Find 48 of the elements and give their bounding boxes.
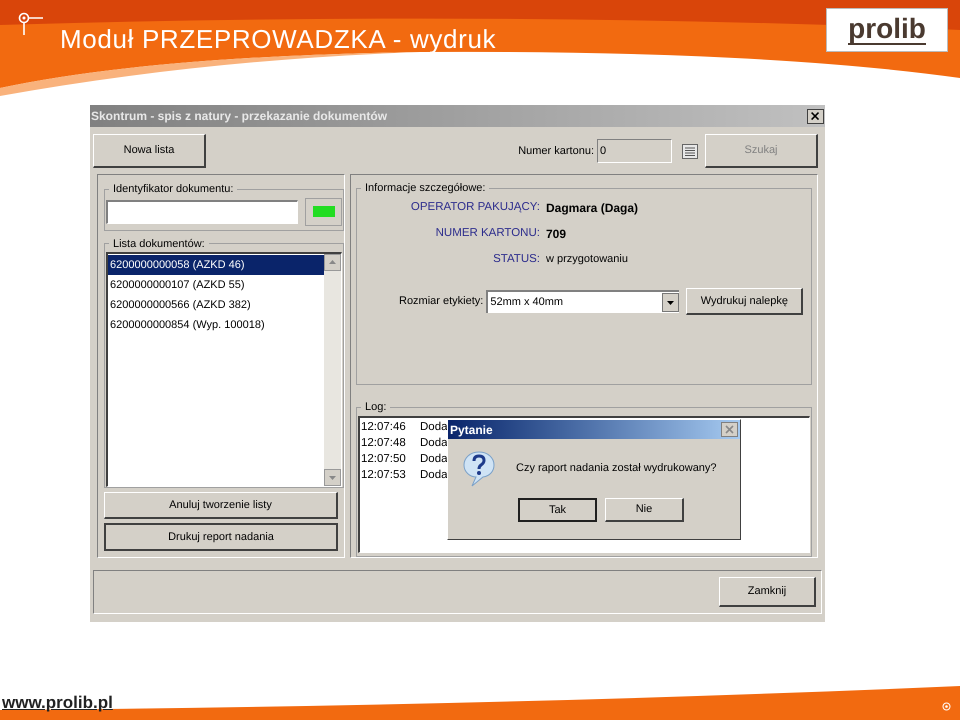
detail-label: STATUS: xyxy=(492,252,540,266)
detail-label: NUMER KARTONU: xyxy=(434,226,540,241)
detail-label: OPERATOR PAKUJĄCY: xyxy=(410,200,540,215)
log-time: 12:07:48 xyxy=(361,436,407,451)
log-message: Doda xyxy=(420,436,448,451)
dialog-button[interactable]: Nie xyxy=(605,498,684,522)
website-link[interactable]: www.prolib.pl xyxy=(2,690,113,716)
log-message: Doda xyxy=(420,452,448,467)
log-time: 12:07:46 xyxy=(361,420,407,435)
document-list-item[interactable]: 6200000000058 (AZKD 46) xyxy=(108,255,324,276)
question-icon xyxy=(462,450,496,487)
cancel-list-button[interactable]: Anuluj tworzenie listy xyxy=(104,492,338,520)
detail-value: 709 xyxy=(546,226,568,242)
document-list-item[interactable]: 6200000000566 (AZKD 382) xyxy=(108,295,324,316)
close-button[interactable]: Zamknij xyxy=(719,577,816,607)
scroll-up-icon[interactable] xyxy=(324,254,341,272)
target-icon xyxy=(942,702,951,711)
group-label: Log: xyxy=(364,400,388,415)
print-report-button[interactable]: Drukuj report nadania xyxy=(104,523,338,551)
log-message: Doda xyxy=(420,420,448,435)
list-icon[interactable] xyxy=(682,144,698,158)
detail-value: Dagmara (Daga) xyxy=(546,200,640,216)
log-time: 12:07:53 xyxy=(361,468,407,483)
dialog-button[interactable]: Tak xyxy=(518,498,597,522)
scroll-down-icon[interactable] xyxy=(324,469,341,486)
close-icon[interactable] xyxy=(807,108,824,124)
label-size-dropdown[interactable]: 52mm x 40mm xyxy=(486,290,680,313)
logo-text: prolib xyxy=(848,15,926,45)
dialog-title: Pytanie xyxy=(450,422,493,438)
group-label: Identyfikator dokumentu: xyxy=(112,182,234,197)
document-list-item[interactable]: 6200000000107 (AZKD 55) xyxy=(108,275,324,296)
group-label: Informacje szczegółowe: xyxy=(364,181,486,196)
group-label: Lista dokumentów: xyxy=(112,236,206,252)
pin-icon xyxy=(18,12,44,36)
new-list-button[interactable]: Nowa lista xyxy=(93,134,206,168)
log-message: Doda xyxy=(420,468,448,483)
document-id-field[interactable] xyxy=(106,200,298,224)
document-list-item[interactable]: 6200000000854 (Wyp. 100018) xyxy=(108,315,324,336)
print-label-button[interactable]: Wydrukuj nalepkę xyxy=(686,288,804,315)
log-time: 12:07:50 xyxy=(361,452,407,467)
detail-value: w przygotowaniu xyxy=(546,252,629,267)
dialog-message: Czy raport nadania został wydrukowany? xyxy=(516,461,717,476)
window-title: Skontrum - spis z natury - przekazanie dokumentów xyxy=(91,108,388,125)
slide-title: Moduł PRZEPROWADZKA - wydruk xyxy=(60,23,496,56)
label-size-label: Rozmiar etykiety: xyxy=(399,294,484,309)
carton-number-label: Numer kartonu: xyxy=(518,144,594,159)
carton-number-field[interactable]: 0 xyxy=(597,139,672,163)
scrollbar[interactable] xyxy=(324,254,341,486)
